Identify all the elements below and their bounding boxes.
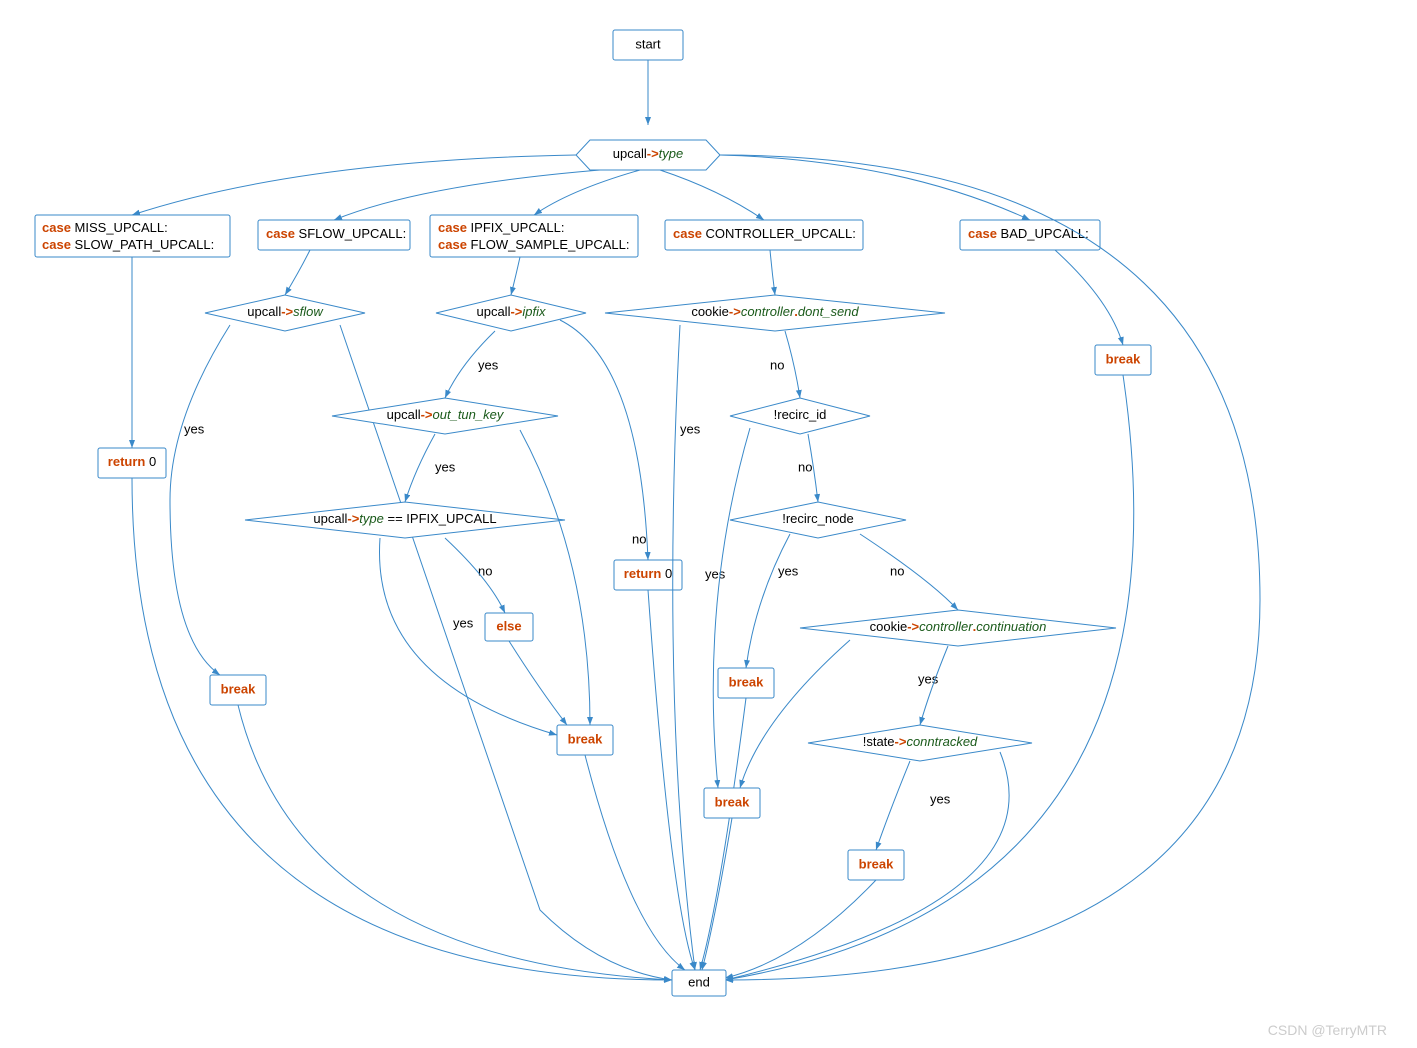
svg-text:break: break xyxy=(221,681,256,696)
svg-text:!recirc_id: !recirc_id xyxy=(774,407,827,422)
svg-text:!state->conntracked: !state->conntracked xyxy=(863,734,978,749)
svg-text:break: break xyxy=(729,674,764,689)
svg-text:case IPFIX_UPCALL:: case IPFIX_UPCALL: xyxy=(438,220,564,235)
svg-text:!recirc_node: !recirc_node xyxy=(782,511,854,526)
svg-text:yes: yes xyxy=(435,459,456,474)
svg-text:yes: yes xyxy=(930,791,951,806)
svg-text:upcall->sflow: upcall->sflow xyxy=(247,304,324,319)
svg-text:return 0: return 0 xyxy=(624,566,672,581)
svg-text:no: no xyxy=(890,563,904,578)
svg-text:upcall->ipfix: upcall->ipfix xyxy=(476,304,546,319)
svg-text:cookie->controller.continuatio: cookie->controller.continuation xyxy=(870,619,1047,634)
switch-expr: upcall->type xyxy=(613,146,683,161)
svg-text:yes: yes xyxy=(778,563,799,578)
svg-text:break: break xyxy=(859,856,894,871)
svg-text:no: no xyxy=(798,459,812,474)
svg-text:case SFLOW_UPCALL:: case SFLOW_UPCALL: xyxy=(266,226,406,241)
svg-text:yes: yes xyxy=(705,566,726,581)
svg-text:break: break xyxy=(1106,351,1141,366)
svg-text:break: break xyxy=(715,794,750,809)
svg-text:no: no xyxy=(770,357,784,372)
svg-text:case MISS_UPCALL:: case MISS_UPCALL: xyxy=(42,220,168,235)
svg-text:yes: yes xyxy=(453,615,474,630)
svg-text:yes: yes xyxy=(478,357,499,372)
svg-text:upcall->out_tun_key: upcall->out_tun_key xyxy=(387,407,505,422)
flowchart: start upcall->type case MISS_UPCALL: cas… xyxy=(0,0,1417,1048)
svg-text:yes: yes xyxy=(680,421,701,436)
svg-text:no: no xyxy=(478,563,492,578)
svg-text:yes: yes xyxy=(184,421,205,436)
watermark: CSDN @TerryMTR xyxy=(1268,1022,1387,1038)
svg-text:case FLOW_SAMPLE_UPCALL:: case FLOW_SAMPLE_UPCALL: xyxy=(438,237,630,252)
svg-text:break: break xyxy=(568,731,603,746)
end-label: end xyxy=(688,974,710,989)
svg-text:return 0: return 0 xyxy=(108,454,156,469)
svg-text:case SLOW_PATH_UPCALL:: case SLOW_PATH_UPCALL: xyxy=(42,237,214,252)
svg-text:else: else xyxy=(496,618,521,633)
start-label: start xyxy=(635,36,661,51)
svg-text:case CONTROLLER_UPCALL:: case CONTROLLER_UPCALL: xyxy=(673,226,856,241)
svg-text:cookie->controller.dont_send: cookie->controller.dont_send xyxy=(691,304,859,319)
svg-text:no: no xyxy=(632,531,646,546)
svg-text:upcall->type == IPFIX_UPCALL: upcall->type == IPFIX_UPCALL xyxy=(313,511,496,526)
